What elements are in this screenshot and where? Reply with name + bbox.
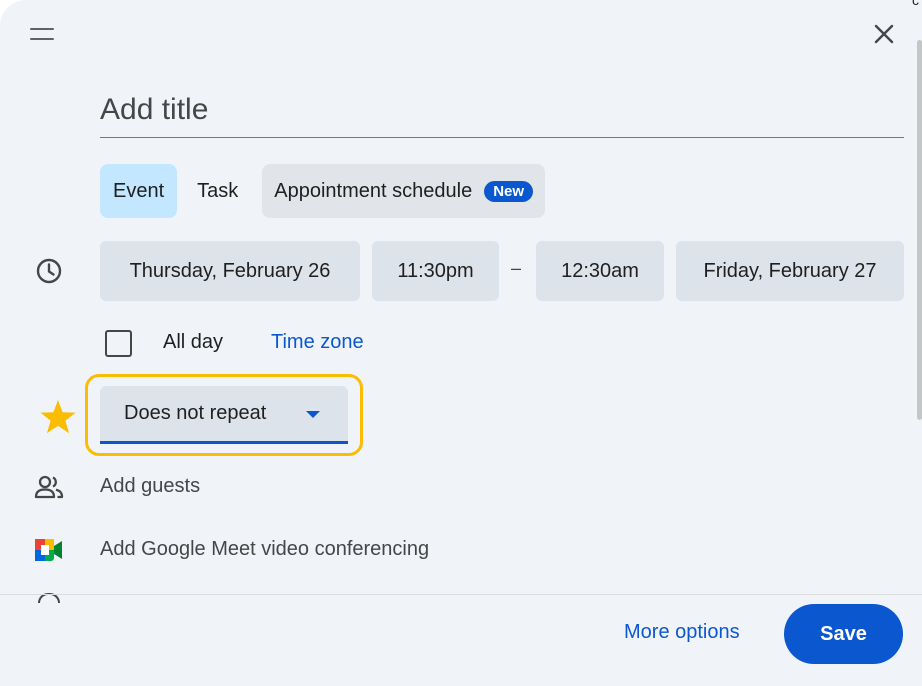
clock-icon	[34, 256, 64, 286]
star-icon	[38, 399, 78, 435]
corner-text: c	[912, 0, 919, 8]
tab-appointment-label: Appointment schedule	[274, 179, 473, 202]
start-date-button[interactable]: Thursday, February 26	[100, 241, 360, 301]
footer-divider	[0, 594, 922, 595]
event-type-tabs: Event Task Appointment schedule New	[100, 164, 546, 218]
scrollbar[interactable]	[917, 40, 922, 420]
more-options-button[interactable]: More options	[624, 621, 740, 644]
end-date-label: Friday, February 27	[703, 259, 877, 282]
close-icon	[874, 24, 894, 44]
all-day-label: All day	[163, 331, 224, 353]
tab-event[interactable]: Event	[100, 164, 178, 218]
tab-task[interactable]: Task	[187, 164, 248, 218]
add-meet-button[interactable]: Add Google Meet video conferencing	[100, 538, 429, 561]
add-guests-button[interactable]: Add guests	[100, 475, 200, 498]
new-badge: New	[484, 180, 534, 202]
tab-event-label: Event	[113, 179, 165, 202]
all-day-checkbox[interactable]	[105, 330, 132, 357]
google-meet-icon	[34, 535, 64, 565]
tab-appointment-schedule[interactable]: Appointment schedule New	[262, 164, 546, 218]
time-separator: –	[511, 258, 522, 278]
time-zone-link[interactable]: Time zone	[271, 331, 364, 354]
end-time-button[interactable]: 12:30am	[536, 241, 664, 301]
end-time-label: 12:30am	[561, 259, 639, 282]
start-time-label: 11:30pm	[397, 259, 474, 282]
close-button[interactable]	[866, 16, 902, 52]
start-date-label: Thursday, February 26	[129, 259, 331, 282]
event-dialog: c Event Task Appointment schedule New Th…	[0, 0, 922, 686]
repeat-dropdown[interactable]: Does not repeat	[100, 386, 348, 444]
drag-handle-icon[interactable]	[30, 28, 54, 40]
title-input[interactable]	[100, 88, 904, 138]
caret-down-icon	[306, 411, 320, 418]
tab-task-label: Task	[197, 179, 239, 202]
save-button[interactable]: Save	[784, 604, 903, 664]
repeat-selected-label: Does not repeat	[124, 402, 267, 424]
start-time-button[interactable]: 11:30pm	[372, 241, 499, 301]
end-date-button[interactable]: Friday, February 27	[676, 241, 904, 301]
people-icon	[34, 472, 64, 502]
